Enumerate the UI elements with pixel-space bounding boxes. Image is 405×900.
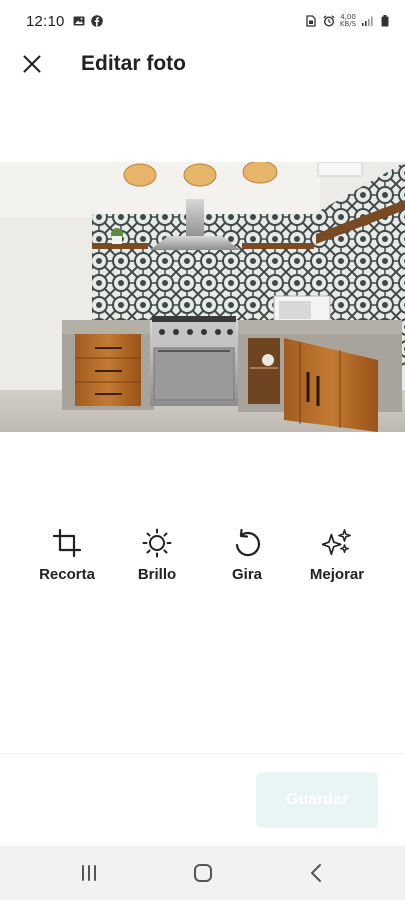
signal-icon	[361, 15, 373, 27]
brightness-icon	[142, 528, 172, 558]
system-nav-bar	[0, 846, 405, 900]
header: Editar foto	[0, 42, 405, 86]
battery-icon	[379, 15, 391, 27]
back-icon	[311, 864, 321, 882]
network-speed-icon: 4,00 KB/S	[339, 14, 357, 28]
edit-tools: Recorta Brillo Gira Mejorar	[0, 528, 405, 592]
rotate-tool-button[interactable]: Gira	[207, 528, 287, 583]
kitchen-photo	[0, 162, 405, 432]
sparkles-icon	[322, 528, 352, 558]
sim-icon	[305, 15, 317, 27]
home-button[interactable]	[173, 846, 233, 900]
page-title: Editar foto	[81, 52, 186, 75]
crop-icon	[52, 528, 82, 558]
rotate-icon	[232, 528, 262, 558]
back-button[interactable]	[286, 846, 346, 900]
crop-tool-button[interactable]: Recorta	[27, 528, 107, 583]
gallery-icon	[73, 15, 85, 27]
brightness-label: Brillo	[137, 566, 177, 583]
close-icon	[23, 55, 41, 73]
close-button[interactable]	[10, 42, 54, 86]
enhance-label: Mejorar	[309, 566, 365, 583]
status-bar: 12:10 4,00 KB/S	[0, 0, 405, 42]
recents-button[interactable]	[59, 846, 119, 900]
facebook-icon	[90, 15, 103, 27]
status-right-icons: 4,00 KB/S	[305, 14, 391, 28]
photo-preview	[0, 162, 405, 432]
recents-icon	[82, 865, 96, 881]
network-speed-bottom: KB/S	[339, 20, 357, 28]
save-button[interactable]: Guardar	[256, 772, 378, 828]
home-icon	[194, 864, 212, 882]
status-left-icons	[73, 15, 103, 27]
status-time: 12:10	[26, 12, 65, 30]
brightness-tool-button[interactable]: Brillo	[117, 528, 197, 583]
alarm-icon	[323, 15, 335, 27]
enhance-tool-button[interactable]: Mejorar	[297, 528, 377, 583]
footer-divider	[0, 753, 405, 754]
crop-label: Recorta	[39, 566, 95, 583]
rotate-label: Gira	[231, 566, 262, 583]
